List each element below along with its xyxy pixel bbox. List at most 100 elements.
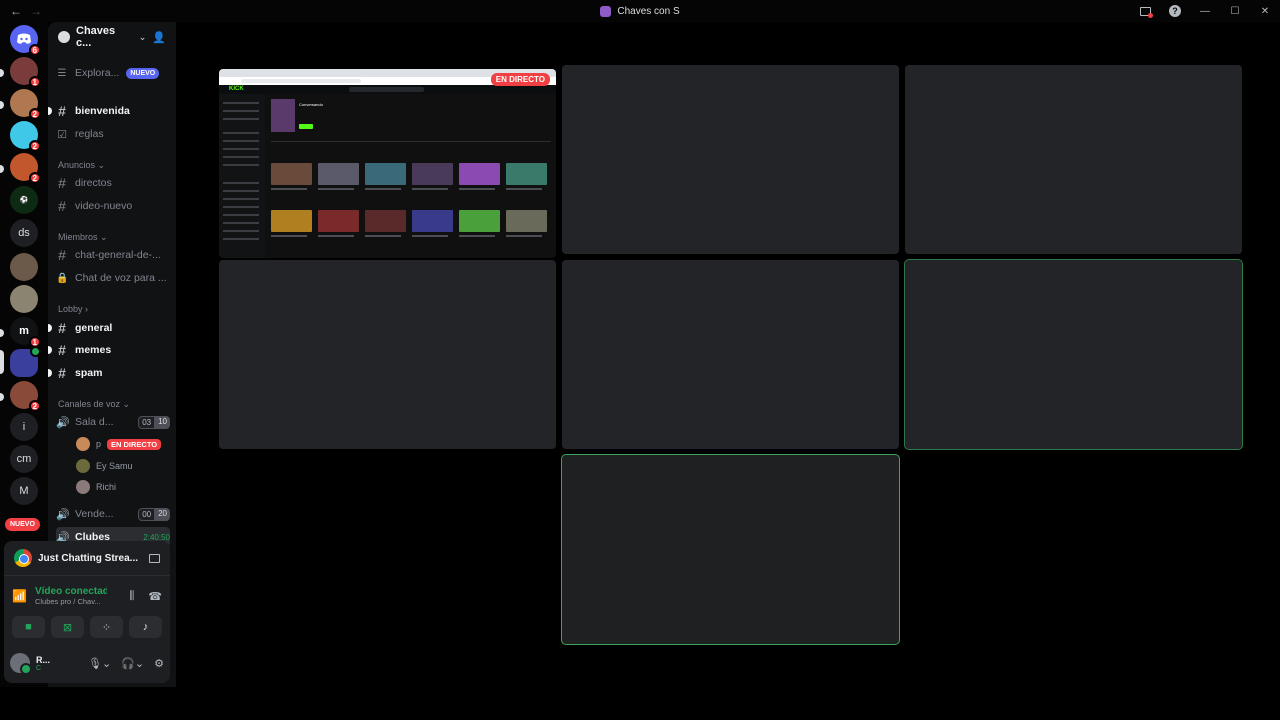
disconnect-icon[interactable]: ☎ <box>148 590 162 603</box>
server-icon-7[interactable] <box>10 253 38 281</box>
stream-site-sidebar <box>219 94 265 258</box>
voice-panel: Just Chatting Strea... 📶 Vídeo conectad … <box>4 541 170 683</box>
inbox-button[interactable] <box>1130 0 1160 22</box>
invite-people-icon[interactable]: 👤 <box>152 31 166 44</box>
channel-spam[interactable]: # spam <box>48 363 170 383</box>
stop-stream-icon[interactable] <box>149 553 160 563</box>
new-servers-pill[interactable]: NUEVO <box>5 518 40 531</box>
discord-home-button[interactable]: 6 <box>10 25 41 56</box>
unread-badge: 2 <box>28 172 41 184</box>
stream-title: Just Chatting Strea... <box>38 552 139 564</box>
category-lobby[interactable]: Lobby › <box>58 304 88 314</box>
channel-general[interactable]: # general <box>48 318 170 338</box>
stream-thumbnail <box>459 163 500 185</box>
screen-share-button[interactable]: ⊠ <box>51 616 84 638</box>
server-icon-4[interactable]: 2 <box>10 153 41 184</box>
server-initials: ds <box>18 227 30 239</box>
stream-tile[interactable]: KICK Conversando EN DIRECTO <box>219 69 556 258</box>
minimize-button[interactable]: — <box>1190 0 1220 22</box>
activities-button[interactable]: ⁘ <box>90 616 123 638</box>
user-avatar[interactable] <box>10 653 32 675</box>
category-voz[interactable]: Canales de voz ⌄ <box>58 399 130 410</box>
channel-chat-voz[interactable]: 🔒 Chat de voz para ... <box>56 268 170 288</box>
server-icon-2[interactable]: 2 <box>10 89 41 120</box>
participant-tile[interactable] <box>219 260 556 449</box>
channel-directos[interactable]: # directos <box>56 173 170 193</box>
server-icon-1[interactable]: 1 <box>10 57 41 88</box>
channel-reglas[interactable]: ☑ reglas <box>56 124 170 144</box>
unread-badge: 6 <box>28 44 41 56</box>
noise-suppression-icon[interactable]: ⫼ <box>129 590 134 603</box>
user-name: p <box>96 439 102 449</box>
participant-tile[interactable] <box>562 260 899 449</box>
user-name: Ey Samu <box>96 461 133 471</box>
live-badge[interactable]: EN DIRECTO <box>107 438 162 450</box>
voice-channel-sala[interactable]: 🔊 Sala d... 03 10 <box>56 412 170 432</box>
server-icon-felipero[interactable]: ⚽ <box>10 186 38 214</box>
guild-header[interactable]: Chaves c... ⌄ 👤 <box>48 22 176 52</box>
user-controls: 🎙⌄ 🎧⌄ ⚙ <box>88 657 164 670</box>
soundboard-button[interactable]: ♪ <box>129 616 162 638</box>
nav-arrows: ← → <box>0 4 42 18</box>
server-icon-11[interactable]: 2 <box>10 381 41 412</box>
user-count: 00 20 <box>138 507 170 521</box>
headphones-icon[interactable]: 🎧⌄ <box>121 657 144 670</box>
stream-thumbnail <box>365 163 406 185</box>
channel-video-nuevo[interactable]: # video-nuevo <box>56 196 170 216</box>
settings-gear-icon[interactable]: ⚙ <box>154 657 164 670</box>
guild-mini-icon <box>600 5 612 17</box>
user-info[interactable]: R... C <box>36 655 58 672</box>
stream-site-logo: KICK <box>229 86 244 92</box>
explore-channels[interactable]: ☰ Explora... NUEVO <box>56 63 170 83</box>
user-count-current: 03 <box>138 415 156 429</box>
unread-indicator <box>48 324 52 332</box>
channel-label: directos <box>75 177 112 189</box>
help-icon: ? <box>1169 5 1181 17</box>
maximize-button[interactable]: ☐ <box>1220 0 1250 22</box>
channel-bienvenida[interactable]: # bienvenida <box>48 101 170 121</box>
stream-row: Just Chatting Strea... <box>14 549 160 567</box>
hash-icon: # <box>58 365 66 381</box>
channel-label: Sala d... <box>75 416 114 428</box>
unread-pill <box>0 329 4 337</box>
voice-channel-vende[interactable]: 🔊 Vende... 00 20 <box>56 504 170 524</box>
server-icon-m[interactable]: M <box>10 477 38 505</box>
divider <box>4 575 170 576</box>
participant-tile[interactable] <box>562 65 899 254</box>
server-icon-cm[interactable]: cm <box>10 445 38 473</box>
server-icon-3[interactable]: 2 <box>10 121 41 152</box>
server-icon-m-logo[interactable]: m 1 <box>10 317 41 348</box>
connection-icon[interactable]: 📶 <box>12 589 27 603</box>
channel-memes[interactable]: # memes <box>48 340 170 360</box>
forward-arrow-icon[interactable]: → <box>30 4 42 18</box>
channel-label: Vende... <box>75 508 114 520</box>
voice-status[interactable]: Vídeo conectad Clubes pro / Chav... <box>35 586 107 606</box>
explore-label: Explora... <box>75 67 120 79</box>
participant-tile[interactable] <box>904 259 1243 450</box>
unread-badge: 2 <box>28 400 41 412</box>
back-arrow-icon[interactable]: ← <box>10 4 22 18</box>
channel-label: spam <box>75 367 103 379</box>
voice-user-richi[interactable]: Richi <box>76 478 170 496</box>
participant-tile-speaking[interactable] <box>561 454 900 645</box>
server-icon-ds[interactable]: ds <box>10 219 38 247</box>
screen-share-icon: ⊠ <box>62 621 73 634</box>
help-button[interactable]: ? <box>1160 0 1190 22</box>
voice-user-p[interactable]: p EN DIRECTO <box>76 435 170 453</box>
category-miembros[interactable]: Miembros ⌄ <box>58 232 108 243</box>
user-count: 03 10 <box>138 415 170 429</box>
server-icon-chaves[interactable] <box>10 346 41 377</box>
category-anuncios[interactable]: Anuncios ⌄ <box>58 160 105 171</box>
channel-chat-general[interactable]: # chat-general-de-... <box>56 245 170 265</box>
server-icon-8[interactable] <box>10 285 38 313</box>
participant-tile[interactable] <box>905 65 1242 254</box>
voice-user-ey-samu[interactable]: Ey Samu <box>76 457 170 475</box>
user-name: R... <box>36 654 51 665</box>
microphone-icon[interactable]: 🎙⌄ <box>88 657 111 670</box>
camera-button[interactable]: ■ <box>12 616 45 638</box>
window-title-text: Chaves con S <box>617 5 680 17</box>
inbox-icon <box>1139 6 1153 18</box>
close-button[interactable]: ✕ <box>1250 0 1280 22</box>
hash-icon: # <box>58 103 66 119</box>
server-icon-i[interactable]: i <box>10 413 38 441</box>
